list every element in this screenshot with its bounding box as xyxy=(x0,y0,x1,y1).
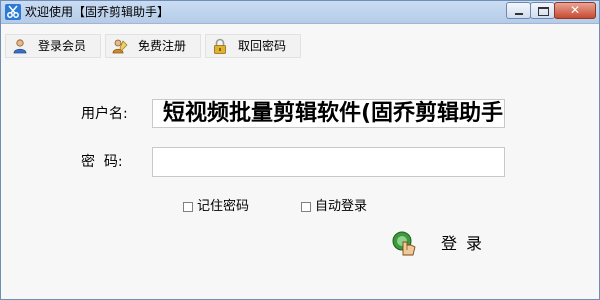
remember-password-label: 记住密码 xyxy=(197,199,250,214)
close-icon: ✕ xyxy=(569,3,581,17)
close-button[interactable]: ✕ xyxy=(554,2,596,19)
username-value: 短视频批量剪辑软件(固乔剪辑助手) xyxy=(163,101,505,126)
maximize-button[interactable] xyxy=(530,2,555,19)
retrieve-password-button[interactable]: 取回密码 xyxy=(205,34,301,58)
free-register-label: 免费注册 xyxy=(138,39,187,53)
free-register-button[interactable]: 免费注册 xyxy=(105,34,201,58)
remember-password-box[interactable] xyxy=(183,202,193,212)
hand-pointer-icon xyxy=(391,230,419,258)
auto-login-checkbox[interactable]: 自动登录 xyxy=(301,199,376,215)
minimize-button[interactable] xyxy=(506,2,531,19)
lock-icon xyxy=(212,38,228,54)
remember-password-checkbox[interactable]: 记住密码 xyxy=(183,199,258,215)
app-scissors-icon xyxy=(5,4,21,20)
auto-login-box[interactable] xyxy=(301,202,311,212)
login-label: 登录 xyxy=(441,234,492,253)
retrieve-password-label: 取回密码 xyxy=(238,39,287,53)
register-icon xyxy=(112,38,128,54)
password-label: 密 码: xyxy=(81,154,123,170)
user-icon xyxy=(12,38,28,54)
member-login-label: 登录会员 xyxy=(38,39,87,53)
auto-login-label: 自动登录 xyxy=(315,199,368,214)
title-bar[interactable]: 欢迎使用【固乔剪辑助手】 ✕ xyxy=(1,1,599,24)
password-field[interactable] xyxy=(152,147,505,177)
toolbar: 登录会员 免费注册 取回密码 xyxy=(1,34,599,60)
username-label: 用户名: xyxy=(81,106,128,122)
login-window: 欢迎使用【固乔剪辑助手】 ✕ 登录会员 免费注册 取回密码 用户名: 短视频批量… xyxy=(0,0,600,300)
member-login-button[interactable]: 登录会员 xyxy=(5,34,101,58)
login-button[interactable]: 登录 xyxy=(391,230,501,262)
window-title: 欢迎使用【固乔剪辑助手】 xyxy=(25,5,170,19)
username-field[interactable]: 短视频批量剪辑软件(固乔剪辑助手) xyxy=(152,99,505,128)
